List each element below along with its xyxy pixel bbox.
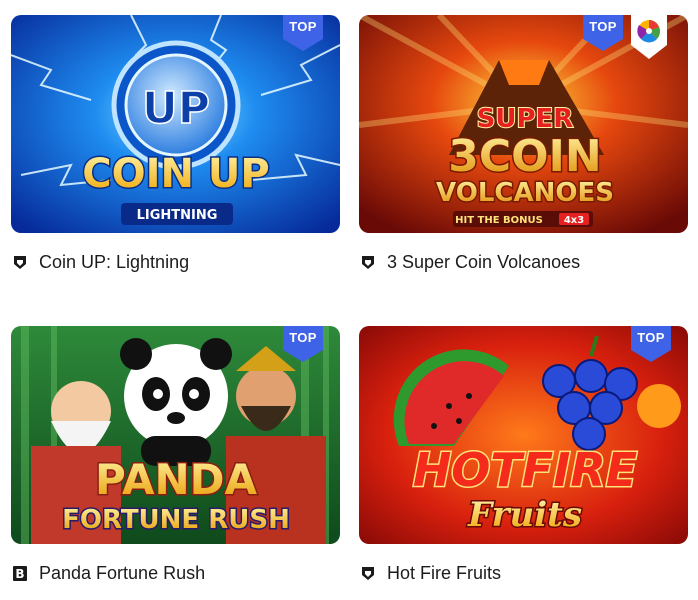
game-title-row[interactable]: Hot Fire Fruits: [359, 562, 501, 584]
game-thumbnail[interactable]: SUPER 3COIN VOLCANOES HIT THE BONUS 4x3 …: [359, 15, 688, 233]
top-badge: TOP: [631, 326, 671, 362]
game-card-hot-fire-fruits[interactable]: HOTFIRE Fruits TOP Hot Fire Fruits: [359, 326, 688, 583]
game-title: 3 Super Coin Volcanoes: [387, 251, 581, 272]
wheel-badge: [631, 15, 667, 59]
game-thumbnail[interactable]: HOTFIRE Fruits TOP: [359, 326, 688, 544]
game-card-3-super-coin-volcanoes[interactable]: SUPER 3COIN VOLCANOES HIT THE BONUS 4x3 …: [359, 15, 688, 272]
game-title-row[interactable]: 3 Super Coin Volcanoes: [359, 251, 580, 273]
art-subtitle: LIGHTNING: [137, 208, 218, 223]
art-tag: 4x3: [564, 215, 584, 226]
provider-shield-icon: [361, 566, 375, 581]
game-title-row[interactable]: Coin UP: Lightning: [11, 251, 189, 273]
art-title-line-2: Fruits: [467, 495, 582, 535]
wheel-icon: [631, 15, 667, 59]
svg-text:B: B: [15, 567, 24, 581]
art-title: COIN UP: [82, 151, 269, 197]
provider-shield-icon: [361, 255, 375, 270]
game-card-panda-fortune-rush[interactable]: PANDA FORTUNE RUSH TOP B Panda Fortune R…: [11, 326, 340, 583]
art-title-line-1: SUPER: [477, 104, 574, 134]
game-title: Panda Fortune Rush: [39, 562, 206, 583]
game-card-coin-up-lightning[interactable]: UP COIN UP LIGHTNING TOP Coin UP: Lightn…: [11, 15, 340, 272]
game-thumbnail[interactable]: PANDA FORTUNE RUSH TOP: [11, 326, 340, 544]
provider-b-icon: B: [13, 565, 27, 581]
art-title-line-2: FORTUNE RUSH: [62, 505, 290, 535]
game-thumbnail[interactable]: UP COIN UP LIGHTNING TOP: [11, 15, 340, 233]
top-badge: TOP: [583, 15, 623, 51]
game-title-row[interactable]: B Panda Fortune Rush: [11, 562, 205, 584]
top-badge: TOP: [283, 15, 323, 51]
top-badge: TOP: [283, 326, 323, 362]
art-title-line-1: PANDA: [95, 455, 257, 504]
game-title: Hot Fire Fruits: [387, 562, 502, 583]
art-subtitle: HIT THE BONUS: [455, 215, 543, 226]
game-title: Coin UP: Lightning: [39, 251, 190, 272]
art-emblem: UP: [142, 83, 210, 134]
art-title-line-2: 3COIN: [448, 131, 602, 182]
art-title-line-3: VOLCANOES: [436, 178, 614, 208]
provider-shield-icon: [13, 255, 27, 270]
art-title-line-1: HOTFIRE: [413, 443, 637, 497]
